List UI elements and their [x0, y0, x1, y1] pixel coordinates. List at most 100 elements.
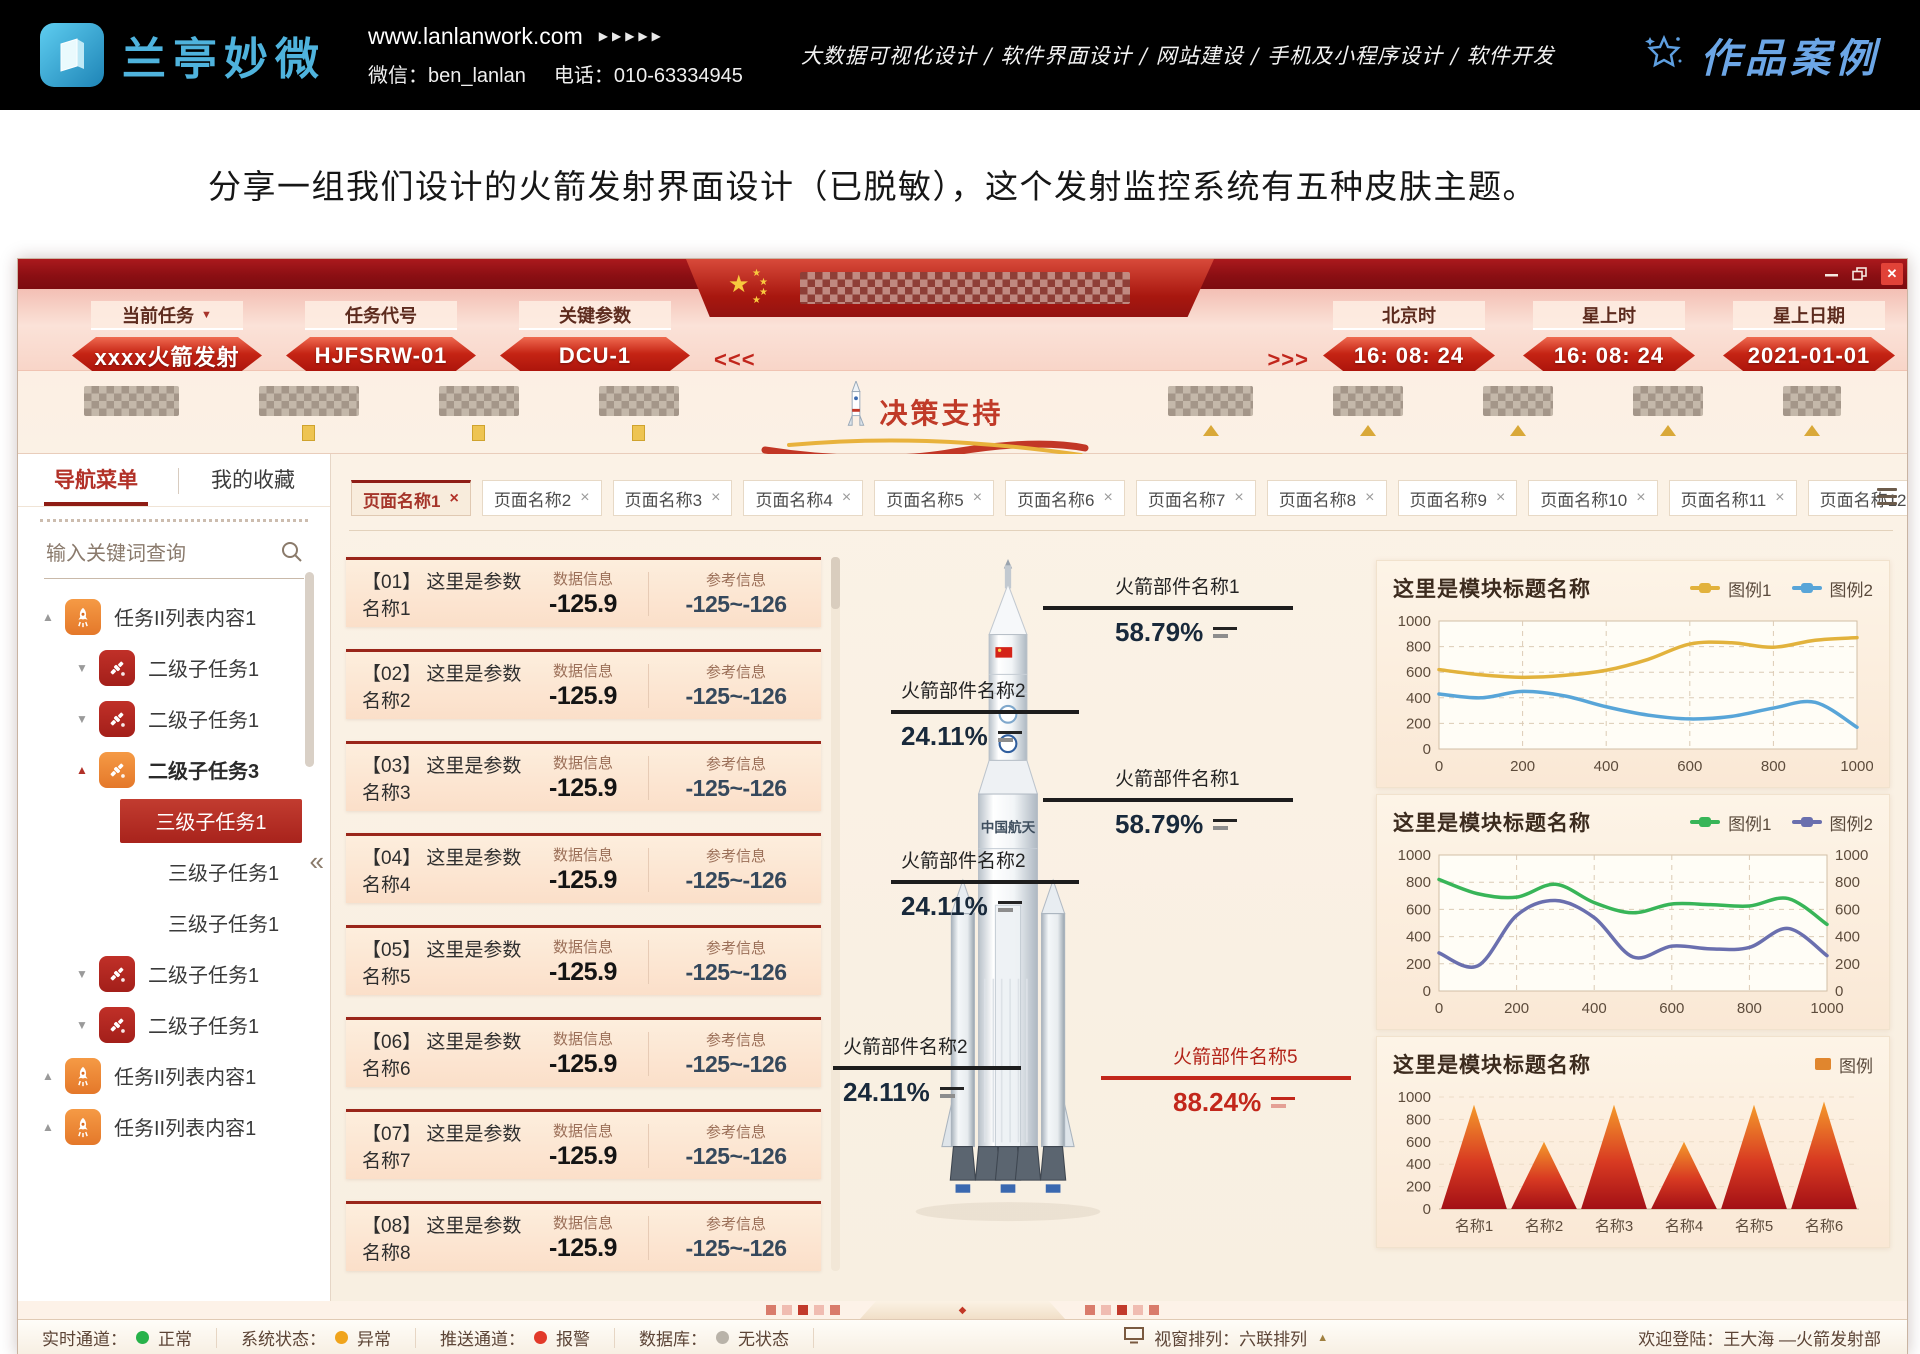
satellite-date-value: 2021-01-01 — [1723, 337, 1895, 374]
logo-text: 兰亭妙微 — [122, 23, 326, 87]
restore-button[interactable] — [1852, 267, 1868, 281]
parameter-card: 【08】 这里是参数名称8数据信息-125.9参考信息-125~-126 — [346, 1201, 821, 1271]
sidebar-tab-nav-menu[interactable]: 导航菜单 — [44, 456, 148, 506]
monitor-icon — [1124, 1327, 1144, 1349]
tab-close-icon[interactable]: × — [1365, 489, 1374, 507]
tree-item-selected[interactable]: 三级子任务1 — [18, 795, 330, 846]
ref-value: -125~-126 — [661, 683, 811, 710]
svg-text:400: 400 — [1406, 690, 1431, 707]
current-task-label[interactable]: 当前任务▼ — [91, 301, 243, 330]
close-button[interactable]: ✕ — [1881, 263, 1903, 285]
censored-menu-item[interactable] — [1333, 386, 1403, 436]
sidebar-tab-favorites[interactable]: 我的收藏 — [211, 464, 295, 506]
censored-menu-item[interactable] — [1168, 386, 1253, 436]
tab-divider — [178, 468, 179, 494]
page-tab[interactable]: 页面名称9× — [1398, 480, 1518, 516]
rocket-callout: 火箭部件名称158.79% — [1043, 764, 1293, 840]
page-tab[interactable]: 页面名称10× — [1528, 480, 1657, 516]
system-title-banner: ★ ★ ★ ★ ★ — [686, 259, 1214, 317]
censored-menu-item[interactable] — [1783, 386, 1841, 436]
tab-close-icon[interactable]: × — [973, 489, 982, 507]
tab-close-icon[interactable]: × — [1496, 489, 1505, 507]
services-list: 大数据可视化设计 / 软件界面设计 / 网站建设 / 手机及小程序设计 / 软件… — [801, 40, 1555, 70]
page-tab[interactable]: 页面名称7× — [1136, 480, 1256, 516]
tab-close-icon[interactable]: × — [580, 489, 589, 507]
dotted-divider — [40, 519, 308, 522]
chevron-up-icon[interactable]: ▲ — [40, 1120, 56, 1134]
tree-item[interactable]: ▼二级子任务1 — [18, 999, 330, 1050]
callout-label: 火箭部件名称2 — [833, 1032, 1021, 1059]
chevron-up-icon[interactable]: ▲ — [40, 610, 56, 624]
chevron-down-icon[interactable]: ▼ — [74, 1018, 90, 1032]
tab-close-icon[interactable]: × — [1775, 489, 1784, 507]
expand-right-arrows[interactable]: >>> — [1267, 347, 1309, 373]
chevron-down-icon[interactable]: ▼ — [74, 661, 90, 675]
tab-list-menu-icon[interactable] — [1877, 488, 1897, 505]
ref-value: -125~-126 — [661, 591, 811, 618]
chart-module-3: 这里是模块标题名称图例 02004006008001000名称1名称2名称3名称… — [1376, 1036, 1890, 1248]
chevron-up-icon[interactable]: ▲ — [74, 763, 90, 777]
page-tab[interactable]: 页面名称4× — [743, 480, 863, 516]
tree-item[interactable]: 三级子任务1 — [18, 846, 330, 897]
portfolio-link[interactable]: 作品案例 — [1642, 26, 1880, 84]
welcome-text: 欢迎登陆：王大海 —火箭发射部 — [1638, 1325, 1907, 1350]
status-item: 系统状态：异常 — [217, 1328, 416, 1348]
search-icon[interactable] — [280, 540, 304, 569]
page-tab[interactable]: 页面名称2× — [482, 480, 602, 516]
page-tab[interactable]: 页面名称8× — [1267, 480, 1387, 516]
search-input[interactable] — [44, 542, 258, 567]
data-label: 数据信息 — [530, 844, 636, 865]
rocket-icon — [65, 599, 101, 635]
tree-item[interactable]: ▲任务II列表内容1 — [18, 1101, 330, 1152]
beijing-time-label: 北京时 — [1333, 301, 1485, 330]
data-label: 数据信息 — [530, 1120, 636, 1141]
page-tab[interactable]: 页面名称1× — [351, 480, 471, 516]
tab-close-icon[interactable]: × — [1234, 489, 1243, 507]
sidebar-collapse-handle[interactable]: « — [310, 846, 324, 877]
tab-close-icon[interactable]: × — [711, 489, 720, 507]
tab-close-icon[interactable]: × — [1636, 489, 1645, 507]
satellite-date-label: 星上日期 — [1733, 301, 1885, 330]
censored-menu-item[interactable] — [1483, 386, 1553, 436]
tab-close-icon[interactable]: × — [449, 490, 458, 508]
chart-legend: 图例 — [1815, 1052, 1873, 1077]
status-label: 推送通道： — [440, 1325, 525, 1350]
tree-item[interactable]: ▲任务II列表内容1 — [18, 1050, 330, 1101]
ref-label: 参考信息 — [661, 661, 811, 682]
page-tab[interactable]: 页面名称3× — [613, 480, 733, 516]
censored-menu-item[interactable] — [1633, 386, 1703, 436]
tree-item[interactable]: ▲二级子任务3 — [18, 744, 330, 795]
tree-item[interactable]: ▼二级子任务1 — [18, 642, 330, 693]
tab-close-icon[interactable]: × — [842, 489, 851, 507]
page-tab[interactable]: 页面名称11× — [1669, 480, 1797, 516]
svg-text:0: 0 — [1423, 983, 1431, 1000]
chevron-up-icon[interactable]: ▲ — [40, 1069, 56, 1083]
menu-item-decision-support[interactable]: 决策支持 — [759, 381, 1089, 462]
tab-close-icon[interactable]: × — [1104, 489, 1113, 507]
censored-menu-item[interactable] — [599, 386, 679, 441]
satellite-time-value: 16: 08: 24 — [1523, 337, 1695, 374]
censored-menu-item[interactable] — [439, 386, 519, 441]
page-tab[interactable]: 页面名称5× — [874, 480, 994, 516]
satellite-icon — [99, 752, 135, 788]
collapse-left-arrows[interactable]: <<< — [714, 347, 756, 373]
chevron-down-icon[interactable]: ▼ — [74, 967, 90, 981]
rocket-callout: 火箭部件名称158.79% — [1043, 572, 1293, 648]
tree-item[interactable]: 三级子任务1 — [18, 897, 330, 948]
tree-item[interactable]: ▼二级子任务1 — [18, 948, 330, 999]
page: 兰亭妙微 www.lanlanwork.com ▶▶▶▶▶ 微信：ben_lan… — [0, 0, 1920, 1354]
param-index: 【03】 — [362, 756, 421, 777]
current-task-value: xxxx火箭发射 — [72, 337, 262, 374]
window-layout-selector[interactable]: 视窗排列：六联排列 ▲ — [1124, 1325, 1328, 1350]
minimize-button[interactable] — [1824, 267, 1839, 282]
censored-menu-item[interactable] — [259, 386, 359, 441]
censored-menu-item[interactable] — [84, 386, 179, 416]
tree-item[interactable]: ▲任务II列表内容1 — [18, 591, 330, 642]
status-bar: 实时通道：正常系统状态：异常推送通道：报警数据库：无状态 视窗排列：六联排列 ▲… — [18, 1319, 1907, 1354]
page-tab[interactable]: 页面名称6× — [1005, 480, 1125, 516]
sidebar-scrollbar-thumb[interactable] — [305, 572, 314, 767]
tree-item[interactable]: ▼二级子任务1 — [18, 693, 330, 744]
param-index: 【04】 — [362, 848, 421, 869]
chevron-down-icon[interactable]: ▼ — [74, 712, 90, 726]
arrows-decoration-icon: ▶▶▶▶▶ — [599, 29, 665, 43]
